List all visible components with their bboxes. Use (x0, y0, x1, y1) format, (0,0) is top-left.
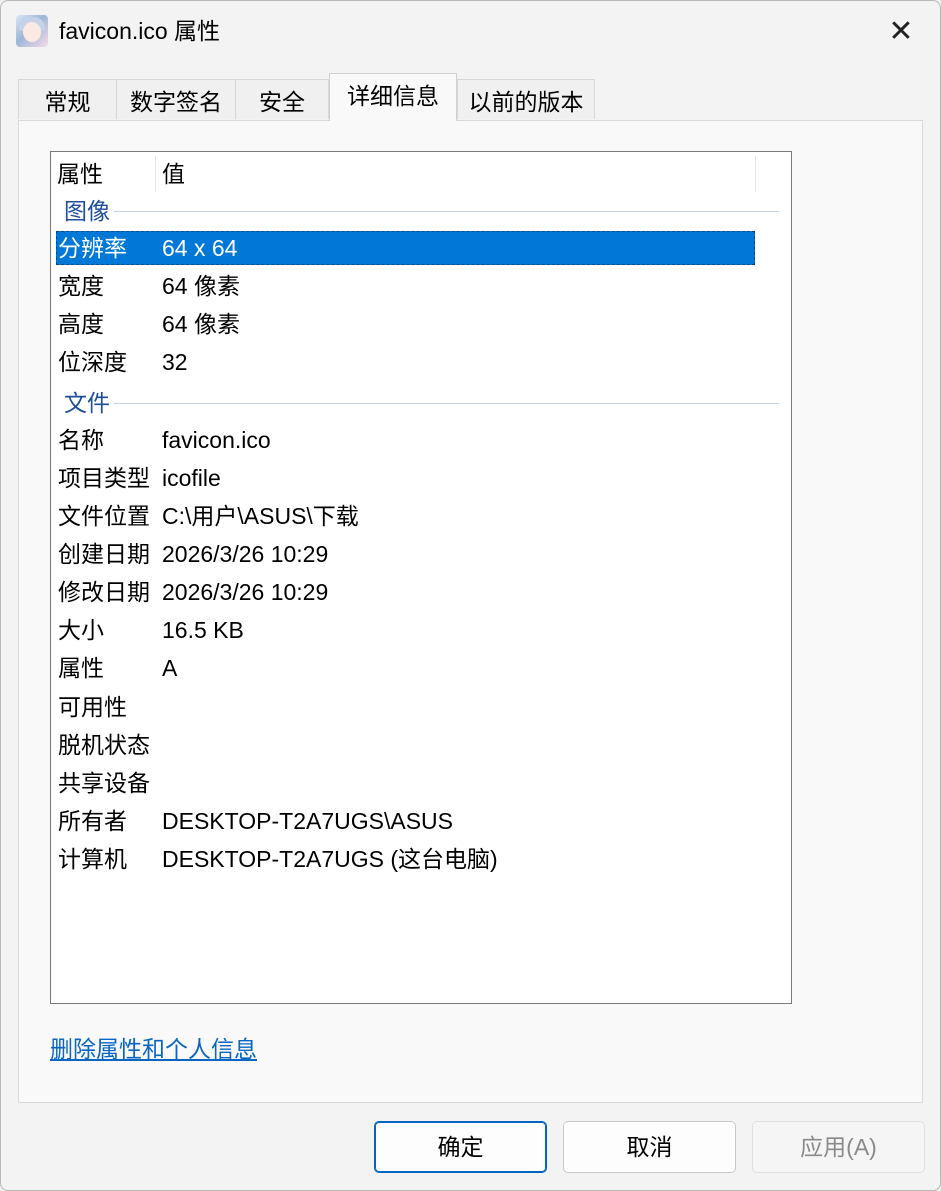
group-title: 图像 (64, 194, 114, 228)
table-row[interactable]: 名称 favicon.ico (51, 421, 791, 459)
row-value: C:\用户\ASUS\下载 (162, 503, 359, 529)
row-property: 项目类型 (58, 465, 150, 491)
row-property: 创建日期 (58, 541, 150, 567)
row-value: 64 x 64 (162, 235, 238, 261)
remove-properties-link[interactable]: 删除属性和个人信息 (50, 1032, 257, 1066)
row-property: 分辨率 (58, 235, 127, 261)
details-list[interactable]: 属性 值 图像 分辨率 64 x 64 宽度 64 像素 高度 64 像素 位深… (50, 151, 792, 1004)
list-header: 属性 值 (51, 152, 791, 194)
properties-window: favicon.ico 属性 ✕ 常规 数字签名 安全 详细信息 以前的版本 属… (0, 0, 941, 1191)
row-property: 大小 (58, 617, 104, 643)
row-property: 文件位置 (58, 503, 150, 529)
column-header-property[interactable]: 属性 (51, 152, 155, 194)
row-value: 32 (162, 349, 188, 375)
close-icon: ✕ (888, 14, 914, 48)
row-value: 2026/3/26 10:29 (162, 541, 329, 567)
row-property: 位深度 (58, 349, 127, 375)
table-row[interactable]: 创建日期 2026/3/26 10:29 (51, 535, 791, 573)
row-property: 共享设备 (58, 770, 150, 796)
close-button[interactable]: ✕ (871, 11, 931, 51)
title-bar[interactable]: favicon.ico 属性 ✕ (1, 1, 940, 63)
selection-highlight (56, 231, 755, 265)
table-row[interactable]: 修改日期 2026/3/26 10:29 (51, 573, 791, 611)
table-row[interactable]: 文件位置 C:\用户\ASUS\下载 (51, 497, 791, 535)
table-row[interactable]: 位深度 32 (51, 343, 791, 381)
table-row[interactable]: 属性 A (51, 649, 791, 687)
tab-details[interactable]: 详细信息 (329, 73, 457, 121)
tab-previous-versions[interactable]: 以前的版本 (457, 79, 595, 119)
row-property: 宽度 (58, 273, 104, 299)
window-title: favicon.ico 属性 (59, 18, 221, 44)
cancel-button[interactable]: 取消 (563, 1121, 736, 1173)
table-row[interactable]: 分辨率 64 x 64 (51, 229, 791, 267)
column-header-value[interactable]: 值 (156, 152, 756, 194)
table-row[interactable]: 可用性 (51, 688, 791, 726)
row-property: 可用性 (58, 694, 127, 720)
group-header-file[interactable]: 文件 (51, 386, 791, 420)
row-property: 属性 (58, 655, 104, 681)
apply-button[interactable]: 应用(A) (752, 1121, 925, 1173)
row-property: 脱机状态 (58, 732, 150, 758)
group-title: 文件 (64, 386, 114, 420)
row-value: 2026/3/26 10:29 (162, 579, 329, 605)
table-row[interactable]: 宽度 64 像素 (51, 267, 791, 305)
table-row[interactable]: 高度 64 像素 (51, 305, 791, 343)
row-property: 计算机 (58, 846, 127, 872)
table-row[interactable]: 所有者 DESKTOP-T2A7UGS\ASUS (51, 802, 791, 840)
row-property: 高度 (58, 311, 104, 337)
table-row[interactable]: 项目类型 icofile (51, 459, 791, 497)
row-value: 64 像素 (162, 273, 240, 299)
tab-general[interactable]: 常规 (18, 79, 117, 119)
row-property: 所有者 (58, 808, 127, 834)
ok-button[interactable]: 确定 (374, 1121, 547, 1173)
row-value: A (162, 655, 178, 681)
file-icon (16, 15, 48, 47)
tab-digital-signatures[interactable]: 数字签名 (116, 79, 236, 119)
row-property: 修改日期 (58, 579, 150, 605)
row-value: icofile (162, 465, 221, 491)
row-property: 名称 (58, 427, 104, 453)
row-value: favicon.ico (162, 427, 271, 453)
row-value: DESKTOP-T2A7UGS (这台电脑) (162, 846, 498, 872)
row-value: DESKTOP-T2A7UGS\ASUS (162, 808, 453, 834)
tab-security[interactable]: 安全 (235, 79, 329, 119)
table-row[interactable]: 大小 16.5 KB (51, 611, 791, 649)
row-value: 64 像素 (162, 311, 240, 337)
column-divider[interactable] (755, 156, 756, 192)
row-value: 16.5 KB (162, 617, 244, 643)
table-row[interactable]: 脱机状态 (51, 726, 791, 764)
table-row[interactable]: 共享设备 (51, 764, 791, 802)
group-header-image[interactable]: 图像 (51, 194, 791, 228)
table-row[interactable]: 计算机 DESKTOP-T2A7UGS (这台电脑) (51, 840, 791, 878)
